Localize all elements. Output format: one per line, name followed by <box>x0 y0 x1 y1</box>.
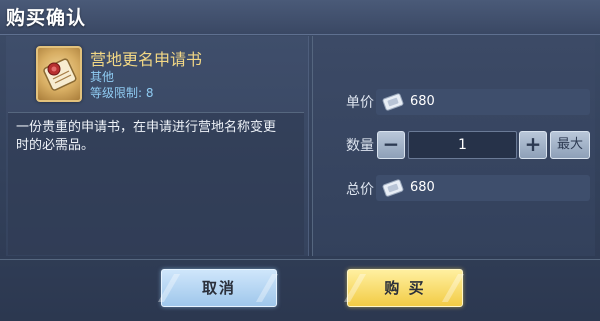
quantity-decrease-button[interactable]: − <box>377 131 405 159</box>
item-type: 其他 <box>90 70 115 84</box>
quantity-max-button[interactable]: 最大 <box>550 131 590 159</box>
buy-button[interactable]: 购 买 <box>343 269 465 307</box>
item-level-limit: 等级限制: 8 <box>90 86 154 100</box>
button-stripe <box>157 274 181 302</box>
cancel-button[interactable]: 取消 <box>157 269 279 307</box>
button-stripe <box>255 274 279 302</box>
cancel-button-label: 取消 <box>201 279 236 297</box>
total-price-value: 680 <box>410 180 435 195</box>
footer-divider <box>0 259 600 260</box>
unit-price-label: 单价 <box>346 95 374 111</box>
unit-price-value: 680 <box>410 94 435 109</box>
scroll-icon <box>36 46 82 102</box>
button-stripe <box>343 274 367 302</box>
quantity-label: 数量 <box>346 138 374 154</box>
coupon-icon <box>382 93 404 111</box>
quantity-increase-button[interactable]: + <box>519 131 547 159</box>
coupon-icon <box>382 179 404 197</box>
dialog-header: 购买确认 <box>0 0 600 35</box>
button-stripe <box>441 274 465 302</box>
dialog-title: 购买确认 <box>6 7 87 29</box>
unit-price-box <box>376 89 590 115</box>
total-price-label: 总价 <box>346 182 374 198</box>
purchase-confirm-dialog: 购买确认 营地更名申请书 其他 等级限制: 8 一份贵重的申请书，在申请进行营地… <box>0 0 600 321</box>
quantity-input[interactable]: 1 <box>408 131 517 159</box>
item-name: 营地更名申请书 <box>90 50 203 69</box>
item-description: 一份贵重的申请书，在申请进行营地名称变更时的必需品。 <box>16 120 277 153</box>
buy-button-label: 购 买 <box>384 279 426 297</box>
total-price-box <box>376 175 590 201</box>
